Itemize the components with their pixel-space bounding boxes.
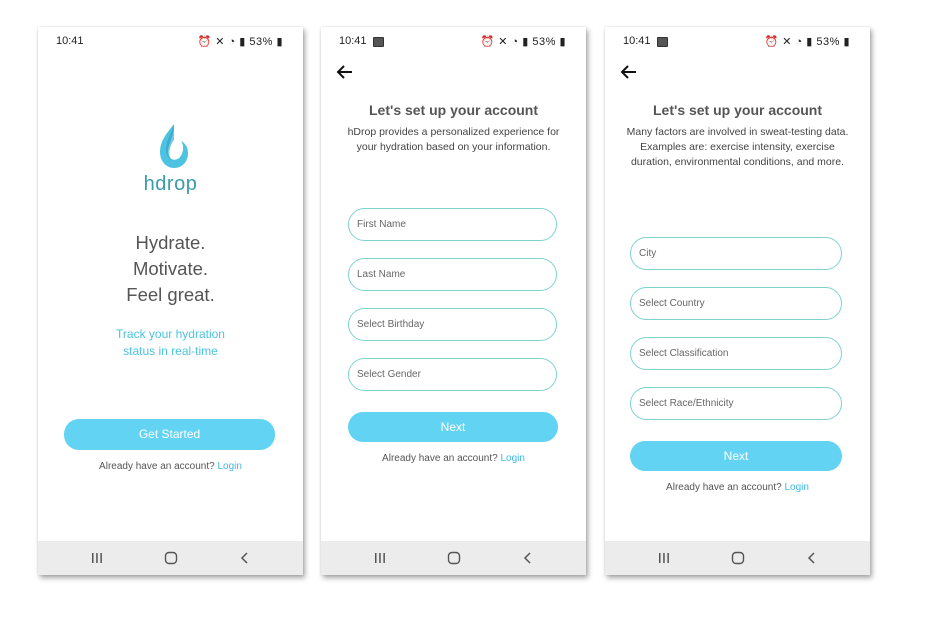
page-description: Many factors are involved in sweat-testi… <box>626 126 849 168</box>
system-nav-bar <box>321 541 586 575</box>
next-button[interactable]: Next <box>348 412 558 442</box>
wifi-icon: ◔ <box>511 36 519 48</box>
battery-icon: ▮ <box>276 36 283 48</box>
status-time: 10:41 <box>339 35 367 47</box>
page-title: Let's set up your account <box>652 102 823 118</box>
login-prompt-text: Already have an account? <box>382 453 498 464</box>
back-arrow-icon[interactable] <box>619 63 641 81</box>
tagline-line: Hydrate. <box>135 232 206 253</box>
login-prompt: Already have an account? Login <box>38 461 303 472</box>
home-icon[interactable] <box>164 551 178 565</box>
birthday-select[interactable]: Select Birthday <box>348 308 557 341</box>
screen-setup-demographics: 10:41 ⏰ ✕ ◔ ▮ 53% ▮ Let's set up your ac… <box>605 27 870 575</box>
alarm-icon: ⏰ <box>197 36 212 48</box>
subtitle: Track your hydration status in real-time <box>38 326 303 360</box>
classification-select[interactable]: Select Classification <box>630 337 842 370</box>
country-select[interactable]: Select Country <box>630 287 842 320</box>
tagline-line: Motivate. <box>132 258 209 279</box>
recent-apps-icon[interactable] <box>90 551 104 565</box>
tagline-line: Feel great. <box>126 284 215 305</box>
login-link[interactable]: Login <box>500 453 524 464</box>
recent-apps-icon[interactable] <box>373 551 387 565</box>
login-prompt-text: Already have an account? <box>99 461 215 472</box>
battery-icon: ▮ <box>559 36 566 48</box>
back-arrow-icon[interactable] <box>335 63 357 81</box>
subtitle-line: Track your hydration <box>116 327 225 341</box>
login-link[interactable]: Login <box>217 461 241 472</box>
login-link[interactable]: Login <box>784 482 808 493</box>
battery-percent: 53% <box>816 36 840 48</box>
gallery-icon <box>657 37 668 47</box>
page-title: Let's set up your account <box>368 102 539 118</box>
race-ethnicity-select[interactable]: Select Race/Ethnicity <box>630 387 842 420</box>
signal-icon: ▮ <box>239 36 246 48</box>
signal-icon: ▮ <box>806 36 813 48</box>
battery-percent: 53% <box>532 36 556 48</box>
status-time: 10:41 <box>56 35 84 47</box>
brand-name: hdrop <box>143 173 198 195</box>
city-field[interactable]: City <box>630 237 842 270</box>
battery-percent: 53% <box>249 36 273 48</box>
mute-icon: ✕ <box>782 36 792 48</box>
nav-back-icon[interactable] <box>238 551 252 565</box>
status-bar: 10:41 ⏰ ✕ ◔ ▮ 53% ▮ <box>38 35 303 51</box>
gender-select[interactable]: Select Gender <box>348 358 557 391</box>
login-prompt-text: Already have an account? <box>666 482 782 493</box>
recent-apps-icon[interactable] <box>657 551 671 565</box>
system-nav-bar <box>605 541 870 575</box>
first-name-field[interactable]: First Name <box>348 208 557 241</box>
screen-welcome: 10:41 ⏰ ✕ ◔ ▮ 53% ▮ hdrop Hydrate. Motiv… <box>38 27 303 575</box>
home-icon[interactable] <box>447 551 461 565</box>
next-button[interactable]: Next <box>630 441 842 471</box>
nav-back-icon[interactable] <box>521 551 535 565</box>
mute-icon: ✕ <box>498 36 508 48</box>
subtitle-line: status in real-time <box>123 344 218 358</box>
page-description: hDrop provides a personalized experience… <box>347 126 560 153</box>
login-prompt: Already have an account? Login <box>605 482 870 493</box>
status-bar: 10:41 ⏰ ✕ ◔ ▮ 53% ▮ <box>321 35 586 51</box>
status-icons: ⏰ ✕ ◔ ▮ 53% ▮ <box>197 35 283 48</box>
battery-icon: ▮ <box>843 36 850 48</box>
status-bar: 10:41 ⏰ ✕ ◔ ▮ 53% ▮ <box>605 35 870 51</box>
get-started-button[interactable]: Get Started <box>64 419 275 450</box>
status-icons: ⏰ ✕ ◔ ▮ 53% ▮ <box>764 35 850 48</box>
tagline: Hydrate. Motivate. Feel great. <box>38 230 303 308</box>
last-name-field[interactable]: Last Name <box>348 258 557 291</box>
login-prompt: Already have an account? Login <box>321 453 586 464</box>
home-icon[interactable] <box>731 551 745 565</box>
alarm-icon: ⏰ <box>480 36 495 48</box>
nav-back-icon[interactable] <box>805 551 819 565</box>
water-drop-logo-icon <box>154 122 192 170</box>
system-nav-bar <box>38 541 303 575</box>
status-icons: ⏰ ✕ ◔ ▮ 53% ▮ <box>480 35 566 48</box>
mute-icon: ✕ <box>215 36 225 48</box>
gallery-icon <box>373 37 384 47</box>
status-time: 10:41 <box>623 35 651 47</box>
signal-icon: ▮ <box>522 36 529 48</box>
wifi-icon: ◔ <box>228 36 236 48</box>
screen-setup-personal: 10:41 ⏰ ✕ ◔ ▮ 53% ▮ Let's set up your ac… <box>321 27 586 575</box>
alarm-icon: ⏰ <box>764 36 779 48</box>
wifi-icon: ◔ <box>795 36 803 48</box>
